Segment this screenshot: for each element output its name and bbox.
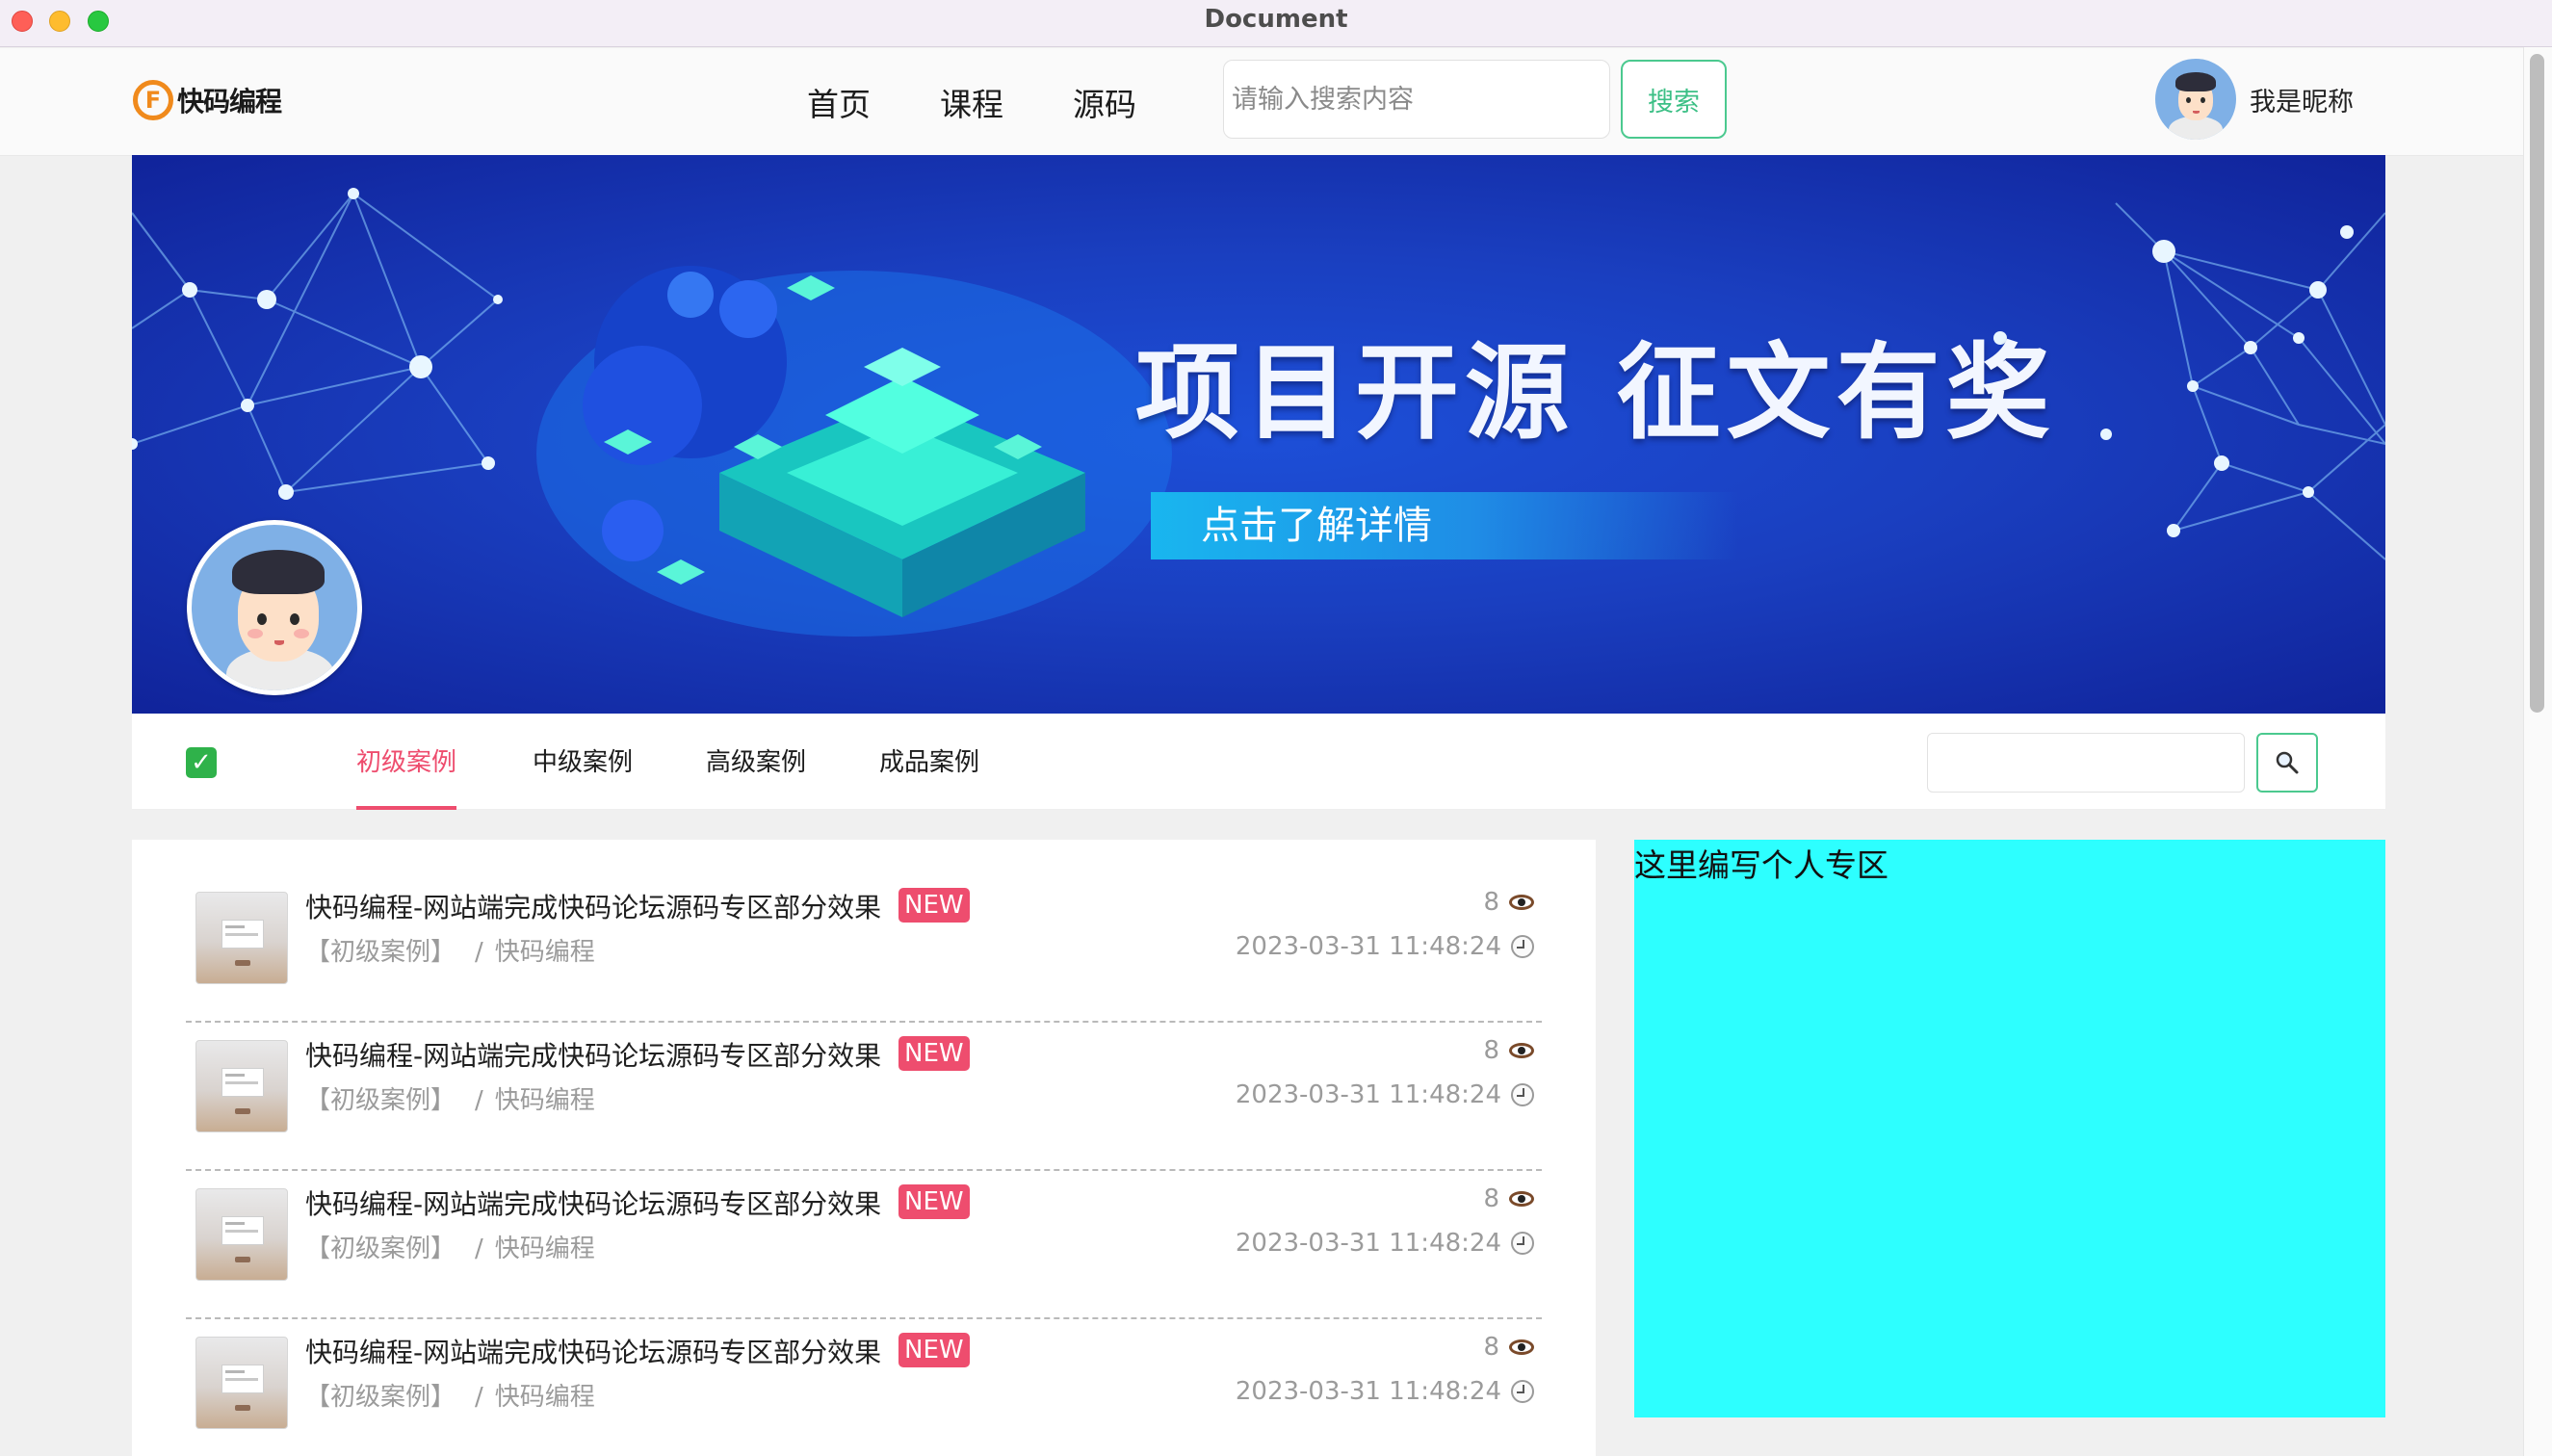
scrollbar-thumb[interactable] (2530, 54, 2544, 713)
main-nav: 首页 课程 源码 (807, 79, 1136, 125)
article-meta: 【初级案例】 / 快码编程 (305, 932, 595, 968)
new-badge: NEW (898, 1184, 970, 1219)
article-author[interactable]: 快码编程 (495, 1383, 595, 1412)
new-badge: NEW (898, 1036, 970, 1071)
category-search-button[interactable] (2256, 733, 2318, 793)
publish-date-value: 2023-03-31 11:48:24 (1235, 1377, 1501, 1406)
article-category[interactable]: 【初级案例】 (305, 1086, 456, 1115)
logo-mark-icon: F (133, 80, 173, 120)
clock-icon (1511, 1083, 1534, 1106)
view-count: 8 (1483, 1036, 1534, 1065)
article-category[interactable]: 【初级案例】 (305, 938, 456, 967)
window-title-bar: Document (0, 0, 2552, 47)
article-item[interactable]: 快码编程-网站端完成快码论坛源码专区部分效果 NEW 【初级案例】 / 快码编程 8… (186, 874, 1542, 1023)
view-count: 8 (1483, 1184, 1534, 1213)
article-item[interactable]: 快码编程-网站端完成快码论坛源码专区部分效果 NEW 【初级案例】 / 快码编程 8… (186, 1023, 1542, 1171)
publish-date-value: 2023-03-31 11:48:24 (1235, 1229, 1501, 1258)
nav-home[interactable]: 首页 (807, 79, 871, 125)
publish-date-value: 2023-03-31 11:48:24 (1235, 932, 1501, 961)
user-menu[interactable]: 我是昵称 (2155, 59, 2354, 140)
view-count-value: 8 (1483, 888, 1499, 917)
publish-date: 2023-03-31 11:48:24 (1236, 1229, 1534, 1258)
logo-text: 快码编程 (177, 86, 282, 117)
check-icon: ✓ (186, 747, 217, 778)
personal-zone-text: 这里编写个人专区 (1634, 846, 1888, 884)
article-title[interactable]: 快码编程-网站端完成快码论坛源码专区部分效果 (305, 1332, 881, 1370)
article-meta: 【初级案例】 / 快码编程 (305, 1377, 595, 1413)
eye-icon (1509, 895, 1534, 910)
article-category[interactable]: 【初级案例】 (305, 1235, 456, 1263)
user-avatar[interactable] (2155, 59, 2236, 140)
article-author[interactable]: 快码编程 (495, 1086, 595, 1115)
view-count-value: 8 (1483, 1036, 1499, 1065)
tab-advanced-cases[interactable]: 高级案例 (706, 742, 806, 810)
nav-source-code[interactable]: 源码 (1073, 79, 1136, 125)
article-author[interactable]: 快码编程 (495, 938, 595, 967)
clock-icon (1511, 1232, 1534, 1255)
view-count-value: 8 (1483, 1333, 1499, 1362)
article-title[interactable]: 快码编程-网站端完成快码论坛源码专区部分效果 (305, 1183, 881, 1222)
meta-separator: / (475, 1383, 483, 1412)
magnifier-icon (2276, 751, 2299, 774)
eye-icon (1509, 1339, 1534, 1355)
category-bar: ✓ 初级案例 中级案例 高级案例 成品案例 (132, 714, 2385, 810)
profile-avatar[interactable] (187, 520, 362, 695)
publish-date: 2023-03-31 11:48:24 (1236, 1377, 1534, 1406)
clock-icon (1511, 1380, 1534, 1403)
view-count: 8 (1483, 1333, 1534, 1362)
article-item[interactable]: 快码编程-网站端完成快码论坛源码专区部分效果 NEW 【初级案例】 / 快码编程 8… (186, 1319, 1542, 1456)
nav-courses[interactable]: 课程 (940, 79, 1003, 125)
article-title[interactable]: 快码编程-网站端完成快码论坛源码专区部分效果 (305, 887, 881, 925)
user-nickname[interactable]: 我是昵称 (2250, 81, 2354, 118)
eye-icon (1509, 1043, 1534, 1058)
tab-finished-cases[interactable]: 成品案例 (879, 742, 979, 810)
view-count-value: 8 (1483, 1184, 1499, 1213)
meta-separator: / (475, 938, 483, 967)
article-author[interactable]: 快码编程 (495, 1235, 595, 1263)
clock-icon (1511, 935, 1534, 958)
personal-zone: 这里编写个人专区 (1634, 840, 2385, 1417)
publish-date: 2023-03-31 11:48:24 (1236, 1080, 1534, 1109)
publish-date-value: 2023-03-31 11:48:24 (1235, 1080, 1501, 1109)
search-button[interactable]: 搜索 (1621, 60, 1727, 139)
article-thumbnail[interactable] (195, 1040, 288, 1132)
view-count: 8 (1483, 888, 1534, 917)
article-thumbnail[interactable] (195, 1337, 288, 1429)
banner-headline: 项目开源 征文有奖 (1135, 333, 2056, 454)
meta-separator: / (475, 1235, 483, 1263)
new-badge: NEW (898, 888, 970, 923)
site-logo[interactable]: F 快码编程 (133, 80, 282, 120)
tab-intermediate-cases[interactable]: 中级案例 (533, 742, 633, 810)
article-category[interactable]: 【初级案例】 (305, 1383, 456, 1412)
article-item[interactable]: 快码编程-网站端完成快码论坛源码专区部分效果 NEW 【初级案例】 / 快码编程 8… (186, 1171, 1542, 1319)
promo-banner[interactable]: 项目开源 征文有奖 点击了解详情 (132, 155, 2385, 714)
article-title[interactable]: 快码编程-网站端完成快码论坛源码专区部分效果 (305, 1035, 881, 1074)
eye-icon (1509, 1191, 1534, 1207)
window-title: Document (1204, 5, 1348, 34)
article-thumbnail[interactable] (195, 1188, 288, 1281)
article-meta: 【初级案例】 / 快码编程 (305, 1080, 595, 1116)
article-meta: 【初级案例】 / 快码编程 (305, 1229, 595, 1264)
category-search-input[interactable] (1927, 733, 2245, 793)
article-thumbnail[interactable] (195, 892, 288, 984)
article-list: 快码编程-网站端完成快码论坛源码专区部分效果 NEW 【初级案例】 / 快码编程 8… (132, 840, 1596, 1456)
search-input[interactable] (1223, 60, 1610, 139)
publish-date: 2023-03-31 11:48:24 (1236, 932, 1534, 961)
meta-separator: / (475, 1086, 483, 1115)
top-navbar: F 快码编程 首页 课程 源码 搜索 我是昵称 (0, 48, 2523, 156)
new-badge: NEW (898, 1333, 970, 1367)
tab-beginner-cases[interactable]: 初级案例 (356, 742, 457, 810)
banner-details-button[interactable]: 点击了解详情 (1151, 492, 1738, 559)
